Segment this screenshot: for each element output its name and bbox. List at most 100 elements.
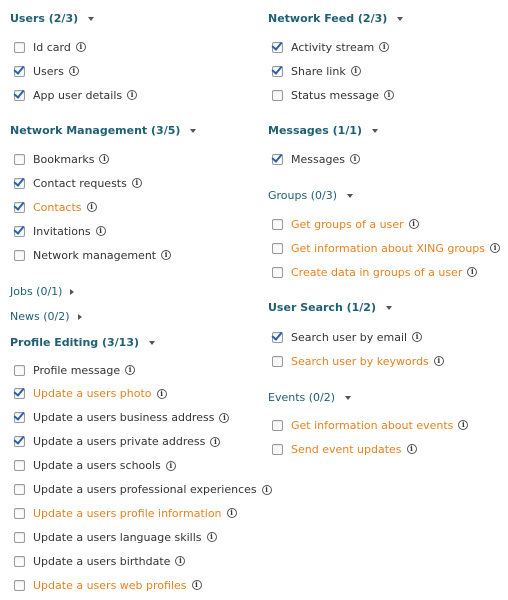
section-header-network-management[interactable]: Network Management (3/5) bbox=[10, 124, 197, 137]
checkbox-label[interactable]: Get information about XING groups bbox=[291, 242, 485, 255]
checkbox-item[interactable]: Update a users private address i bbox=[14, 435, 221, 449]
section-header-messages[interactable]: Messages (1/1) bbox=[268, 124, 379, 137]
checkbox-item[interactable]: Share link i bbox=[272, 64, 361, 78]
checkbox-label[interactable]: Search user by keywords bbox=[291, 355, 429, 368]
checkbox-label[interactable]: Send event updates bbox=[291, 443, 402, 456]
info-icon[interactable]: i bbox=[156, 388, 167, 399]
checkbox[interactable] bbox=[272, 218, 283, 230]
section-header-network-feed[interactable]: Network Feed (2/3) bbox=[268, 12, 404, 25]
checkbox-item[interactable]: Messages i bbox=[272, 152, 360, 166]
info-icon[interactable]: i bbox=[379, 42, 390, 52]
checkbox[interactable] bbox=[272, 153, 283, 165]
info-icon[interactable]: i bbox=[99, 154, 110, 164]
info-icon[interactable]: i bbox=[406, 444, 417, 454]
checkbox-item[interactable]: Contacts i bbox=[14, 200, 97, 214]
checkbox-item[interactable]: Profile message i bbox=[14, 363, 136, 377]
info-icon[interactable]: i bbox=[68, 66, 79, 76]
checkbox[interactable] bbox=[14, 484, 25, 495]
checkbox-label[interactable]: Contacts bbox=[33, 201, 82, 214]
checkbox-item[interactable]: Status message i bbox=[272, 88, 394, 102]
section-header-news[interactable]: News (0/2) bbox=[10, 310, 82, 323]
info-icon[interactable]: i bbox=[125, 365, 136, 375]
checkbox-label[interactable]: Create data in groups of a user bbox=[291, 266, 462, 279]
info-icon[interactable]: i bbox=[127, 90, 138, 100]
info-icon[interactable]: i bbox=[261, 484, 272, 495]
checkbox-label[interactable]: Get information about events bbox=[291, 419, 453, 432]
info-icon[interactable]: i bbox=[226, 508, 237, 519]
checkbox-item[interactable]: Id card i bbox=[14, 40, 86, 54]
checkbox[interactable] bbox=[14, 555, 25, 567]
checkbox[interactable] bbox=[14, 388, 25, 400]
checkbox-item[interactable]: Bookmarks i bbox=[14, 152, 110, 166]
checkbox[interactable] bbox=[14, 436, 25, 448]
checkbox-item[interactable]: Update a users business address i bbox=[14, 411, 230, 425]
checkbox-item[interactable]: Search user by email i bbox=[272, 330, 423, 344]
checkbox-item[interactable]: Update a users language skills i bbox=[14, 530, 217, 544]
section-header-jobs[interactable]: Jobs (0/1) bbox=[10, 285, 75, 298]
checkbox[interactable] bbox=[272, 89, 283, 101]
checkbox-item[interactable]: Send event updates i bbox=[272, 442, 417, 456]
checkbox[interactable] bbox=[14, 89, 25, 101]
checkbox[interactable] bbox=[14, 364, 25, 376]
checkbox[interactable] bbox=[272, 355, 283, 367]
info-icon[interactable]: i bbox=[467, 267, 478, 277]
checkbox-label[interactable]: Update a users profile information bbox=[33, 507, 222, 520]
info-icon[interactable]: i bbox=[412, 332, 423, 342]
checkbox[interactable] bbox=[272, 331, 283, 343]
checkbox[interactable] bbox=[14, 412, 25, 424]
checkbox-item[interactable]: Get information about XING groups i bbox=[272, 241, 501, 255]
info-icon[interactable]: i bbox=[210, 436, 221, 447]
section-header-events[interactable]: Events (0/2) bbox=[268, 391, 352, 404]
checkbox-item[interactable]: Search user by keywords i bbox=[272, 354, 444, 368]
info-icon[interactable]: i bbox=[175, 556, 186, 567]
checkbox[interactable] bbox=[14, 460, 25, 472]
checkbox-item[interactable]: Update a users profile information i bbox=[14, 506, 237, 520]
info-icon[interactable]: i bbox=[161, 250, 172, 260]
checkbox[interactable] bbox=[14, 225, 25, 237]
checkbox-item[interactable]: Update a users web profiles i bbox=[14, 578, 202, 592]
info-icon[interactable]: i bbox=[350, 66, 361, 76]
info-icon[interactable]: i bbox=[86, 202, 97, 212]
checkbox[interactable] bbox=[272, 419, 283, 431]
info-icon[interactable]: i bbox=[75, 42, 86, 52]
checkbox[interactable] bbox=[14, 153, 25, 165]
section-header-profile-editing[interactable]: Profile Editing (3/13) bbox=[10, 336, 156, 349]
checkbox-item[interactable]: Contact requests i bbox=[14, 176, 142, 190]
checkbox-item[interactable]: App user details i bbox=[14, 88, 138, 102]
section-header-groups[interactable]: Groups (0/3) bbox=[268, 189, 354, 202]
checkbox[interactable] bbox=[272, 65, 283, 77]
checkbox[interactable] bbox=[14, 579, 25, 591]
checkbox[interactable] bbox=[272, 242, 283, 254]
info-icon[interactable]: i bbox=[383, 90, 394, 100]
info-icon[interactable]: i bbox=[191, 580, 202, 591]
info-icon[interactable]: i bbox=[165, 460, 176, 471]
checkbox-item[interactable]: Invitations i bbox=[14, 224, 106, 238]
checkbox-label[interactable]: Get groups of a user bbox=[291, 218, 404, 231]
info-icon[interactable]: i bbox=[219, 412, 230, 423]
checkbox[interactable] bbox=[14, 249, 25, 261]
info-icon[interactable]: i bbox=[349, 154, 360, 164]
checkbox[interactable] bbox=[272, 266, 283, 278]
checkbox-item[interactable]: Users i bbox=[14, 64, 79, 78]
checkbox-item[interactable]: Update a users schools i bbox=[14, 459, 176, 473]
checkbox[interactable] bbox=[272, 443, 283, 455]
checkbox[interactable] bbox=[14, 41, 25, 53]
info-icon[interactable]: i bbox=[490, 243, 501, 253]
info-icon[interactable]: i bbox=[408, 219, 419, 229]
info-icon[interactable]: i bbox=[458, 420, 469, 430]
checkbox[interactable] bbox=[14, 177, 25, 189]
checkbox[interactable] bbox=[14, 507, 25, 519]
info-icon[interactable]: i bbox=[131, 178, 142, 188]
info-icon[interactable]: i bbox=[433, 356, 444, 366]
checkbox[interactable] bbox=[272, 41, 283, 53]
checkbox[interactable] bbox=[14, 531, 25, 543]
section-header-user-search[interactable]: User Search (1/2) bbox=[268, 301, 392, 314]
checkbox-item[interactable]: Get groups of a user i bbox=[272, 217, 419, 231]
checkbox-item[interactable]: Update a users photo i bbox=[14, 387, 167, 401]
checkbox-item[interactable]: Activity stream i bbox=[272, 40, 390, 54]
info-icon[interactable]: i bbox=[206, 532, 217, 543]
checkbox-label[interactable]: Update a users web profiles bbox=[33, 579, 187, 592]
checkbox-item[interactable]: Network management i bbox=[14, 248, 172, 262]
checkbox-item[interactable]: Update a users professional experiences i bbox=[14, 483, 272, 497]
checkbox-item[interactable]: Update a users birthdate i bbox=[14, 554, 186, 568]
